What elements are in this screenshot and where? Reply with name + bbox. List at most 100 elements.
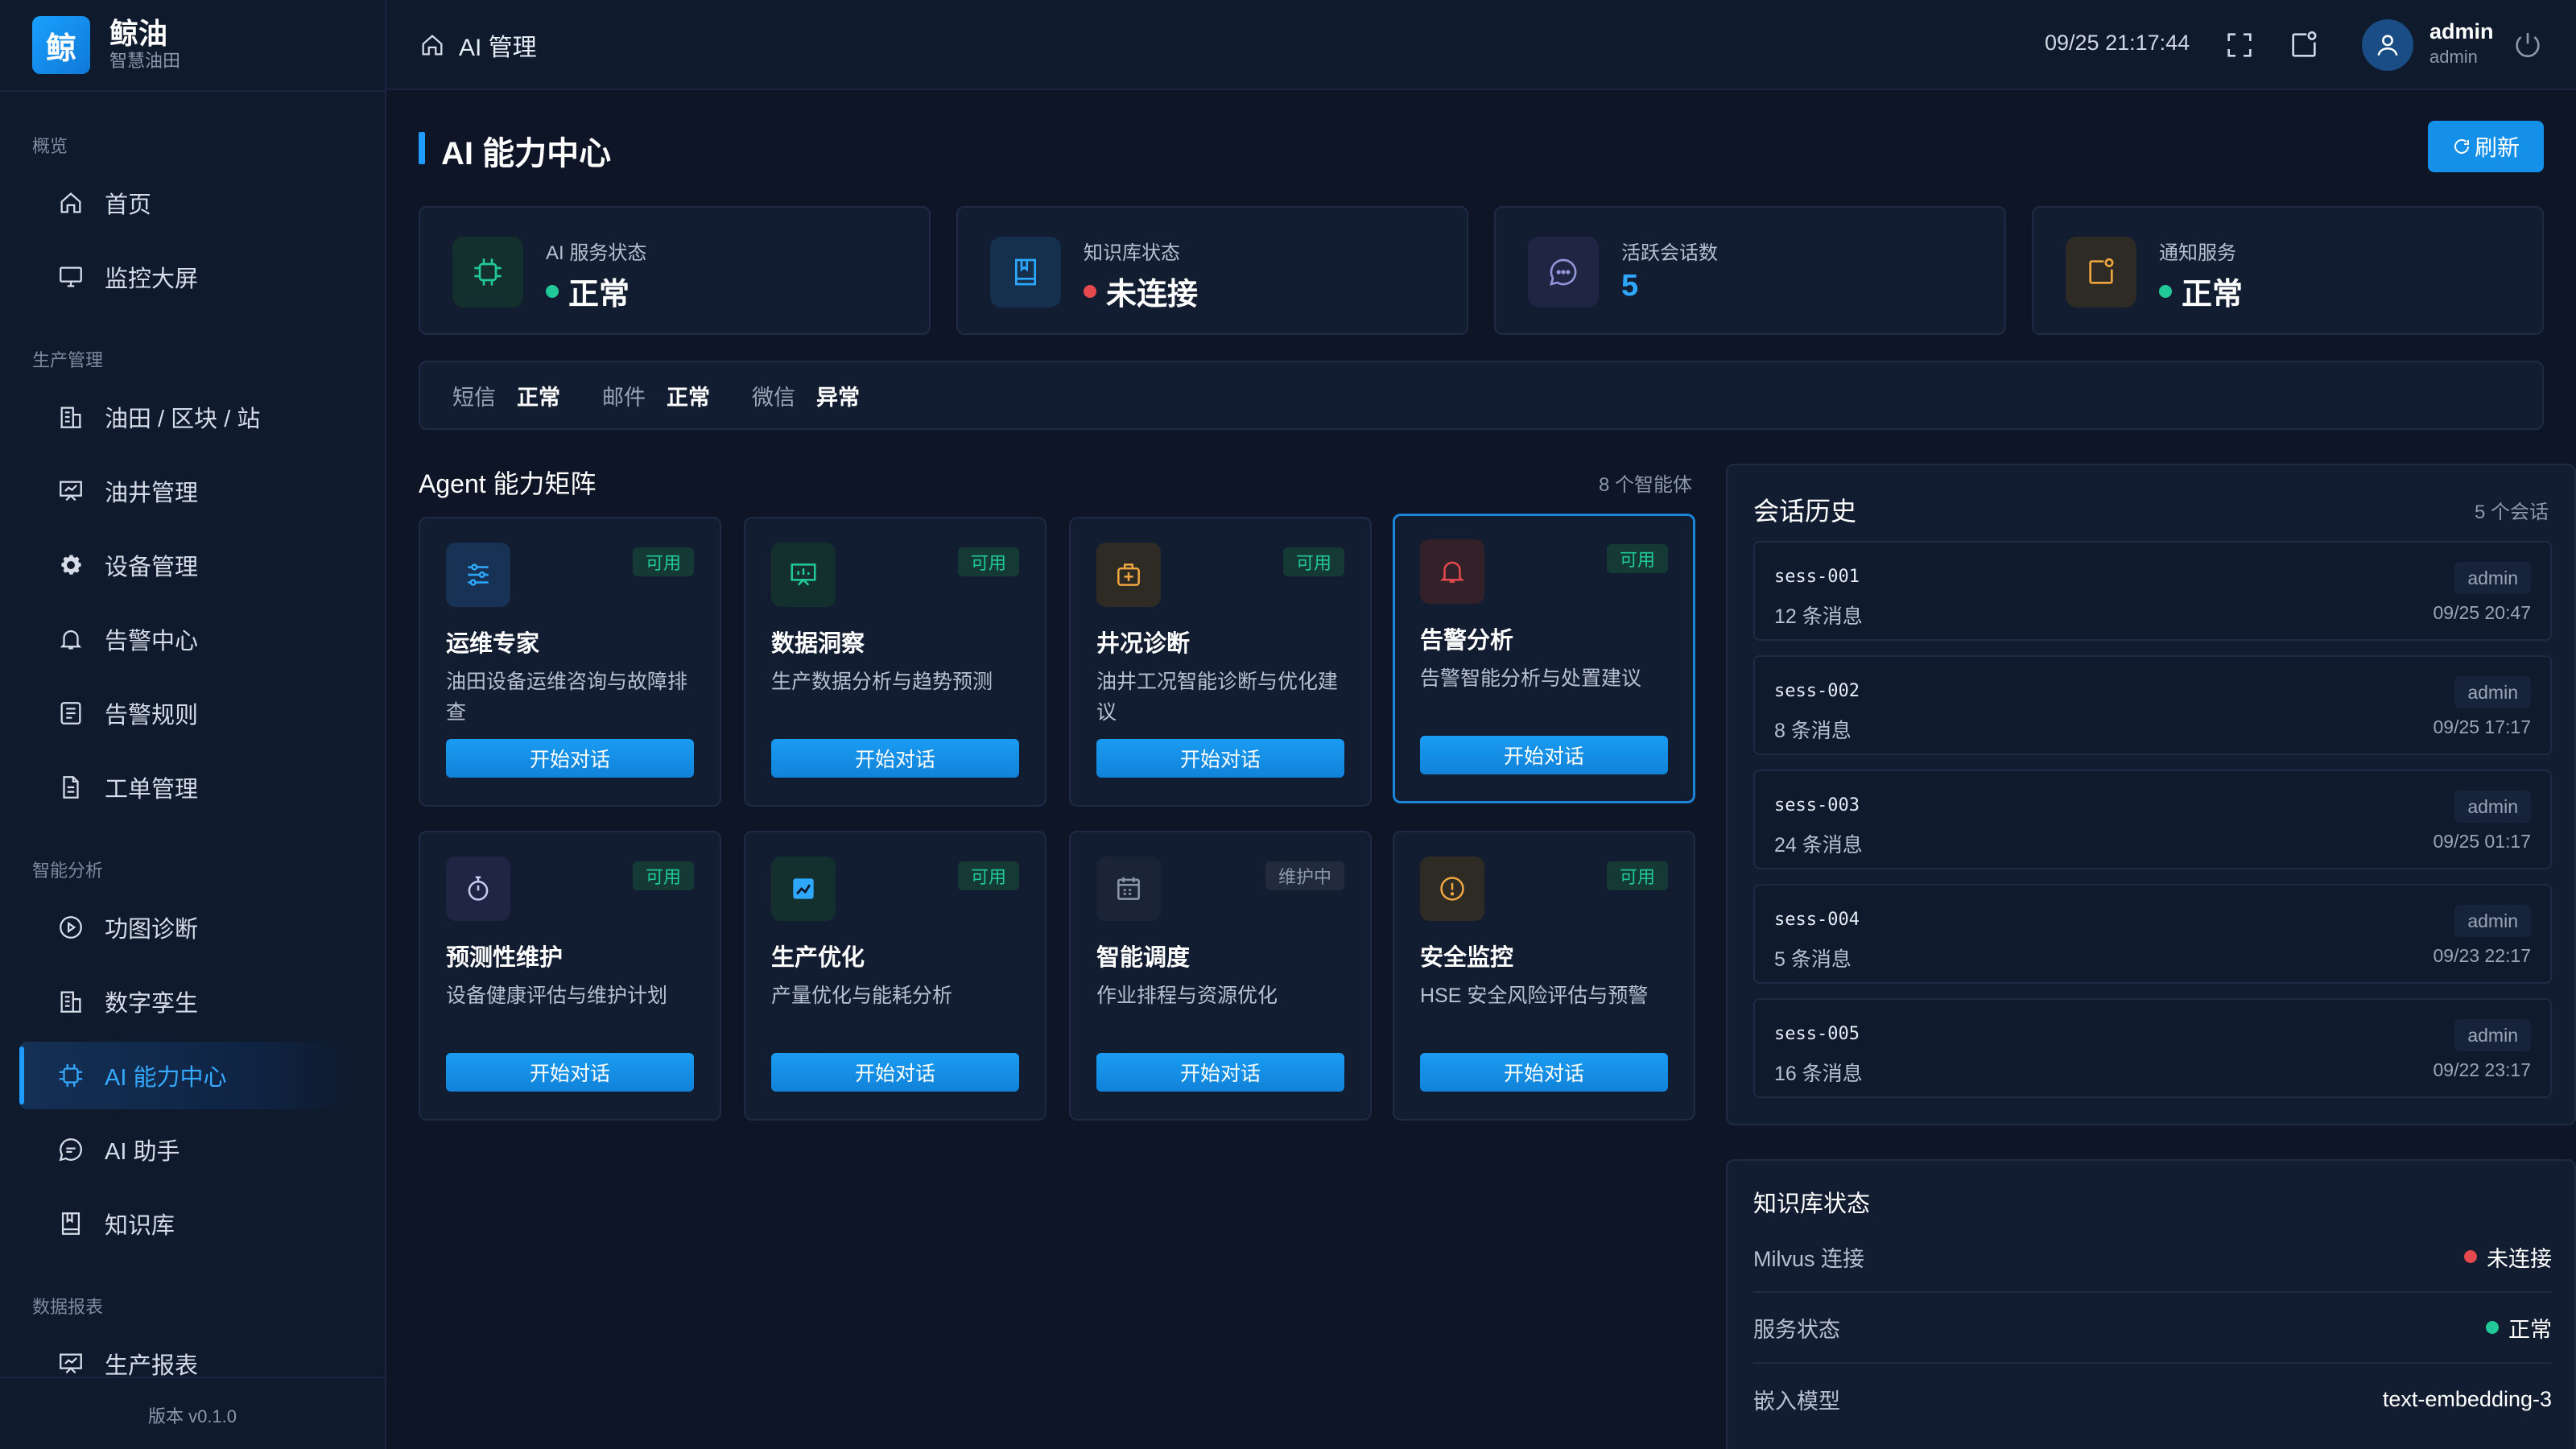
building-icon [56,987,85,1016]
monitor-icon [56,262,85,291]
kb-label: 服务状态 [1753,1317,1840,1342]
agent-card-well[interactable]: 可用 井况诊断 油井工况智能诊断与优化建议 开始对话 [1069,517,1372,807]
agent-card-maintenance[interactable]: 可用 预测性维护 设备健康评估与维护计划 开始对话 [419,831,721,1121]
status-dot [2486,1321,2499,1334]
agent-card-data[interactable]: 可用 数据洞察 生产数据分析与趋势预测 开始对话 [744,517,1046,807]
stat-label: 活跃会话数 [1621,242,1718,264]
book-icon [56,1209,85,1238]
sidebar-item-devices[interactable]: 设备管理 [19,531,348,599]
agent-card-schedule[interactable]: 维护中 智能调度 作业排程与资源优化 开始对话 [1069,831,1372,1121]
session-messages: 12 条消息 [1774,605,1863,628]
session-item[interactable]: sess-003 24 条消息 admin 09/25 01:17 [1753,770,2552,869]
knowledge-status-panel: 知识库状态 Milvus 连接 未连接 服务状态 正常 嵌入模型 text-em… [1726,1159,2576,1449]
session-item[interactable]: sess-001 12 条消息 admin 09/25 20:47 [1753,541,2552,641]
sidebar-item-home[interactable]: 首页 [19,169,348,237]
start-chat-button[interactable]: 开始对话 [1096,739,1344,778]
session-time: 09/25 17:17 [2433,716,2531,737]
kb-label: Milvus 连接 [1753,1246,1865,1271]
medkit-icon [1096,543,1161,607]
agent-card-ops[interactable]: 可用 运维专家 油田设备运维咨询与故障排查 开始对话 [419,517,721,807]
user-name: admin [2429,19,2494,43]
session-user: admin [2454,676,2531,708]
status-badge: 可用 [1606,861,1668,890]
breadcrumb[interactable]: AI 管理 [419,27,537,63]
notification-icon[interactable] [2288,29,2320,61]
session-id: sess-002 [1774,681,1860,701]
start-chat-button[interactable]: 开始对话 [771,1053,1019,1092]
sidebar-item-digital-twin[interactable]: 数字孪生 [19,968,348,1035]
building-icon [56,402,85,431]
sidebar-item-ai-assistant[interactable]: AI 助手 [19,1116,348,1183]
status-badge: 可用 [632,861,694,890]
sidebar-item-knowledge[interactable]: 知识库 [19,1190,348,1257]
title-accent-bar [419,132,425,164]
datetime: 09/25 21:17:44 [2045,31,2190,55]
sidebar-item-ai-center[interactable]: AI 能力中心 [19,1042,348,1109]
agent-description: 告警智能分析与处置建议 [1420,667,1642,690]
channel-label: 邮件 [602,385,646,410]
session-user: admin [2454,905,2531,937]
user-icon [2377,35,2398,56]
sidebar-item-diagnosis[interactable]: 功图诊断 [19,894,348,961]
play-circle-icon [56,913,85,942]
session-messages: 24 条消息 [1774,834,1863,857]
divider [0,90,385,92]
start-chat-button[interactable]: 开始对话 [1420,736,1668,774]
stopwatch-icon [446,857,510,921]
rules-icon [56,699,85,728]
agent-section-title: Agent 能力矩阵 [419,469,597,498]
nav-group-analysis: 智能分析 [32,861,104,881]
bell-icon [1420,539,1484,604]
session-user: admin [2454,791,2531,823]
start-chat-button[interactable]: 开始对话 [1420,1053,1668,1092]
stat-card-notify: 通知服务 正常 [2032,206,2544,335]
start-chat-button[interactable]: 开始对话 [446,1053,694,1092]
gear-icon [56,551,85,580]
sidebar-item-alarm-center[interactable]: 告警中心 [19,605,348,673]
agent-card-optimize[interactable]: 可用 生产优化 产量优化与能耗分析 开始对话 [744,831,1046,1121]
start-chat-button[interactable]: 开始对话 [1096,1053,1344,1092]
notify-channels: 短信 正常 邮件 正常 微信 异常 [419,361,2544,430]
power-icon[interactable] [2512,29,2544,61]
sidebar-item-monitor[interactable]: 监控大屏 [19,243,348,311]
refresh-label: 刷新 [2474,135,2520,160]
agent-card-alarm[interactable]: 可用 告警分析 告警智能分析与处置建议 开始对话 [1393,514,1695,803]
start-chat-button[interactable]: 开始对话 [446,739,694,778]
session-item[interactable]: sess-002 8 条消息 admin 09/25 17:17 [1753,655,2552,755]
sidebar-item-work-orders[interactable]: 工单管理 [19,753,348,821]
avatar[interactable] [2362,19,2413,71]
sidebar-item-wells[interactable]: 油井管理 [19,457,348,525]
channel-status: 正常 [667,385,710,410]
agent-description: 作业排程与资源优化 [1096,985,1278,1007]
status-badge: 可用 [957,861,1019,890]
session-item[interactable]: sess-004 5 条消息 admin 09/23 22:17 [1753,884,2552,984]
session-messages: 5 条消息 [1774,948,1852,971]
stat-value: 5 [1621,269,1639,303]
agent-description: HSE 安全风险评估与预警 [1420,985,1649,1007]
session-time: 09/23 22:17 [2433,945,2531,966]
page-title: AI 能力中心 [441,136,612,171]
kb-value: 正常 [2486,1312,2552,1344]
agent-card-safety[interactable]: 可用 安全监控 HSE 安全风险评估与预警 开始对话 [1393,831,1695,1121]
sidebar-item-reports[interactable]: 生产报表 [19,1330,348,1397]
agent-description: 设备健康评估与维护计划 [446,985,668,1007]
fullscreen-icon[interactable] [2223,29,2256,61]
session-history-panel: 会话历史 5 个会话 sess-001 12 条消息 admin 09/25 2… [1726,464,2576,1125]
channel-status: 正常 [517,385,560,410]
channel-status: 异常 [816,385,860,410]
refresh-button[interactable]: 刷新 [2428,121,2544,172]
start-chat-button[interactable]: 开始对话 [771,739,1019,778]
stat-card-knowledge: 知识库状态 未连接 [956,206,1468,335]
sidebar-item-fields[interactable]: 油田 / 区块 / 站 [19,383,348,451]
brand-subtitle: 智慧油田 [109,51,181,71]
sidebar-item-alarm-rules[interactable]: 告警规则 [19,679,348,747]
session-item[interactable]: sess-005 16 条消息 admin 09/22 23:17 [1753,998,2552,1098]
stat-value: 正常 [2159,269,2243,313]
brand[interactable]: 鲸 鲸油 智慧油田 [32,16,180,74]
knowledge-section-title: 知识库状态 [1753,1191,1871,1217]
chat-icon [56,1135,85,1164]
refresh-icon [2454,138,2469,154]
nav-group-reports: 数据报表 [32,1297,104,1317]
session-time: 09/22 23:17 [2433,1059,2531,1080]
agent-name: 安全监控 [1420,945,1514,971]
